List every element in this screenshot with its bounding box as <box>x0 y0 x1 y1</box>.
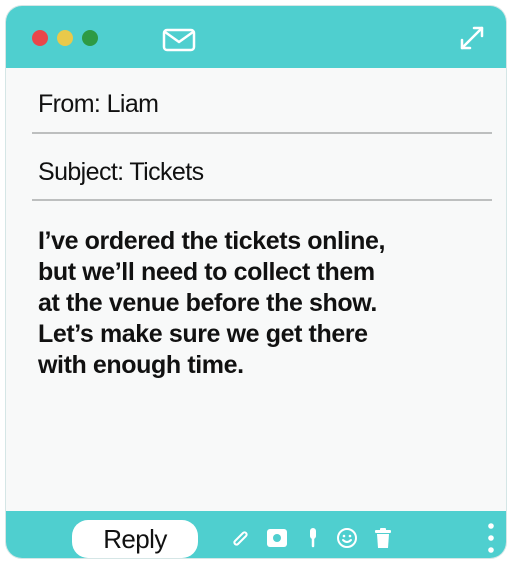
envelope-icon <box>162 28 196 57</box>
microphone-icon[interactable] <box>300 525 326 551</box>
divider <box>32 132 492 134</box>
divider <box>32 199 492 201</box>
more-vertical-icon[interactable] <box>484 521 498 555</box>
from-field: From: Liam <box>38 90 159 118</box>
message-body: I’ve ordered the tickets online, but we’… <box>38 227 386 379</box>
title-bar <box>6 6 506 68</box>
close-window-button[interactable] <box>32 30 48 46</box>
paperclip-icon[interactable] <box>228 525 254 551</box>
trash-icon[interactable] <box>370 525 396 551</box>
reply-button[interactable]: Reply <box>72 520 198 558</box>
email-window: From: Liam Subject: Tickets I’ve ordered… <box>6 6 506 558</box>
minimize-window-button[interactable] <box>57 30 73 46</box>
subject-field: Subject: Tickets <box>38 158 204 186</box>
photo-icon[interactable] <box>264 525 290 551</box>
emoji-icon[interactable] <box>334 525 360 551</box>
zoom-window-button[interactable] <box>82 30 98 46</box>
bottom-toolbar: Reply <box>6 511 506 558</box>
expand-icon[interactable] <box>458 24 486 57</box>
